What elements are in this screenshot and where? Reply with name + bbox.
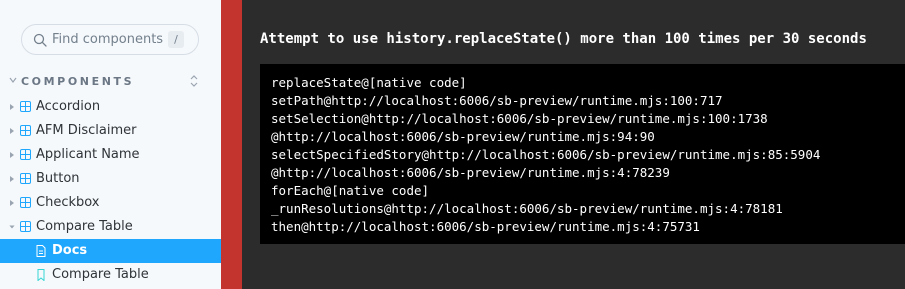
sidebar-item-accordion[interactable]: Accordion bbox=[0, 95, 221, 119]
component-icon bbox=[20, 221, 31, 232]
stack-line: forEach@[native code] bbox=[271, 183, 430, 198]
search-icon bbox=[33, 33, 47, 47]
chevron-right-icon bbox=[10, 200, 14, 206]
sidebar-item-checkbox[interactable]: Checkbox bbox=[0, 191, 221, 215]
stack-line: then@http://localhost:6006/sb-preview/ru… bbox=[271, 219, 700, 234]
stack-line: selectSpecifiedStory@http://localhost:60… bbox=[271, 147, 821, 162]
sidebar-item-docs[interactable]: Docs bbox=[0, 239, 221, 263]
sidebar-item-label: Compare Table bbox=[52, 267, 149, 282]
search-input[interactable]: Find components bbox=[52, 32, 163, 47]
components-section-header[interactable]: COMPONENTS bbox=[9, 74, 199, 90]
chevron-right-icon bbox=[10, 152, 14, 158]
stack-line: setPath@http://localhost:6006/sb-preview… bbox=[271, 93, 723, 108]
chevron-right-icon bbox=[10, 104, 14, 110]
sidebar-item-label: Applicant Name bbox=[36, 147, 140, 162]
component-icon bbox=[20, 197, 31, 208]
sidebar-item-label: Checkbox bbox=[36, 195, 100, 210]
sidebar: Find components / COMPONENTS Accordion A… bbox=[0, 0, 222, 289]
bookmark-icon bbox=[37, 269, 45, 281]
sidebar-item-afm-disclaimer[interactable]: AFM Disclaimer bbox=[0, 119, 221, 143]
chevron-right-icon bbox=[10, 176, 14, 182]
expand-collapse-icon[interactable] bbox=[189, 74, 199, 88]
sidebar-item-button[interactable]: Button bbox=[0, 167, 221, 191]
chevron-right-icon bbox=[10, 128, 14, 134]
error-title: Attempt to use history.replaceState() mo… bbox=[260, 31, 867, 47]
stack-line: @http://localhost:6006/sb-preview/runtim… bbox=[271, 129, 655, 144]
error-indicator-bar bbox=[221, 0, 242, 289]
sidebar-item-label: Docs bbox=[52, 243, 88, 258]
search-shortcut-key: / bbox=[168, 31, 184, 48]
document-icon bbox=[36, 245, 46, 257]
sidebar-item-compare-table[interactable]: Compare Table bbox=[0, 215, 221, 239]
error-panel: Attempt to use history.replaceState() mo… bbox=[221, 0, 905, 289]
section-title: COMPONENTS bbox=[21, 75, 135, 88]
sidebar-item-compare-table-story[interactable]: Compare Table bbox=[0, 263, 221, 287]
sidebar-item-label: Compare Table bbox=[36, 219, 133, 234]
stack-line: setSelection@http://localhost:6006/sb-pr… bbox=[271, 111, 768, 126]
stack-line: _runResolutions@http://localhost:6006/sb… bbox=[271, 201, 783, 216]
component-icon bbox=[20, 149, 31, 160]
sidebar-item-label: Accordion bbox=[36, 99, 101, 114]
stack-line: @http://localhost:6006/sb-preview/runtim… bbox=[271, 165, 670, 180]
sidebar-item-applicant-name[interactable]: Applicant Name bbox=[0, 143, 221, 167]
component-icon bbox=[20, 173, 31, 184]
chevron-down-icon bbox=[9, 77, 17, 83]
component-icon bbox=[20, 101, 31, 112]
sidebar-item-label: Button bbox=[36, 171, 80, 186]
component-icon bbox=[20, 125, 31, 136]
chevron-down-icon bbox=[9, 225, 15, 229]
sidebar-item-label: AFM Disclaimer bbox=[36, 123, 137, 138]
stack-trace: replaceState@[native code] setPath@http:… bbox=[260, 64, 905, 244]
search-field[interactable]: Find components / bbox=[21, 24, 199, 55]
stack-line: replaceState@[native code] bbox=[271, 75, 467, 90]
